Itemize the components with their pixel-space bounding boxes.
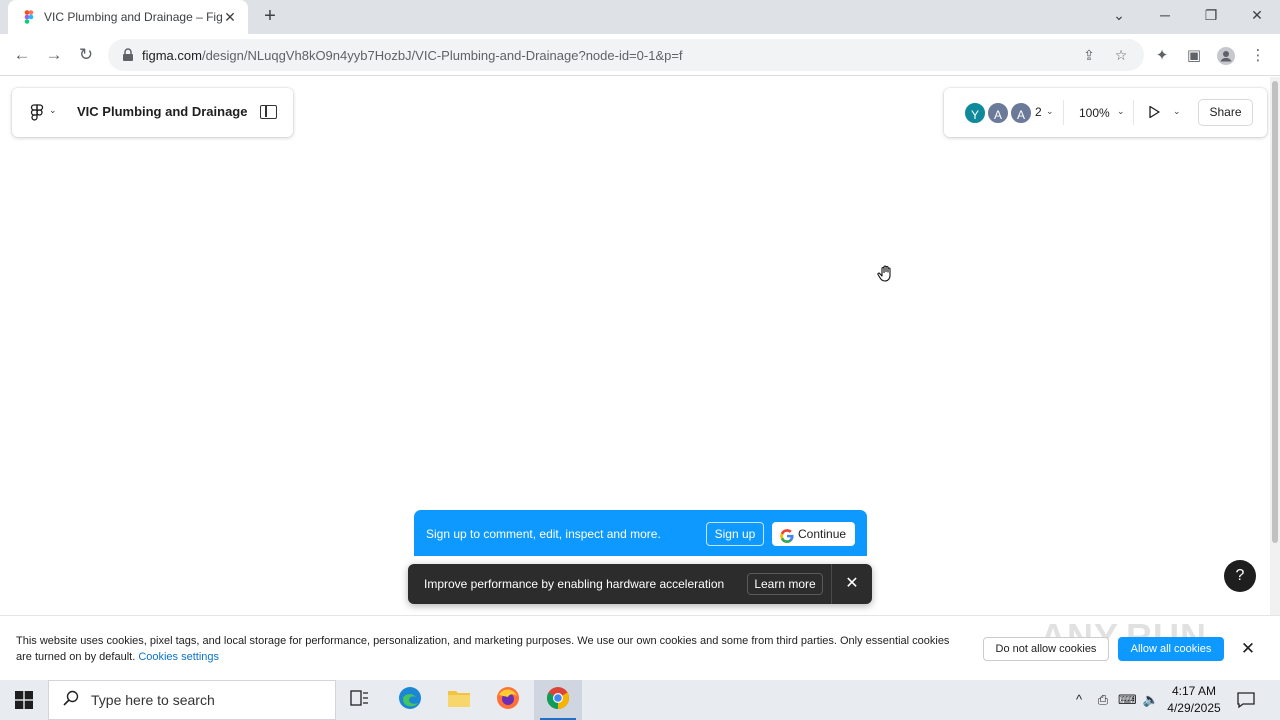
avatar[interactable]: A <box>986 101 1010 125</box>
collaborator-count[interactable]: 2 <box>1035 105 1042 119</box>
clock-date: 4/29/2025 <box>1167 701 1221 715</box>
clock-time: 4:17 AM <box>1171 684 1217 698</box>
profile-avatar-icon[interactable] <box>1216 46 1236 66</box>
signup-message: Sign up to comment, edit, inspect and mo… <box>426 527 661 541</box>
network-icon[interactable]: ⌨ <box>1118 691 1137 709</box>
toggle-sidebar-icon[interactable] <box>260 105 277 119</box>
start-button[interactable] <box>0 680 48 720</box>
cookie-consent-bar: This website uses cookies, pixel tags, a… <box>0 615 1280 680</box>
url-host: figma.com <box>142 47 202 63</box>
task-view-button[interactable] <box>336 680 384 720</box>
restore-button[interactable]: ❐ <box>1188 0 1234 30</box>
tab-close-icon[interactable]: ✕ <box>222 9 238 25</box>
close-toast-icon[interactable]: ✕ <box>844 575 860 593</box>
file-title-panel: ⌄ VIC Plumbing and Drainage <box>12 88 293 137</box>
avatar-initial: A <box>1016 108 1025 122</box>
divider <box>1133 100 1134 125</box>
chrome-app[interactable] <box>534 680 582 720</box>
present-chevron-icon[interactable]: ⌄ <box>1173 106 1181 117</box>
google-continue-button[interactable]: Continue <box>772 522 855 546</box>
figma-favicon-icon <box>22 10 36 24</box>
side-panel-icon[interactable]: ▣ <box>1184 46 1204 66</box>
meet-now-icon[interactable]: ⎙ <box>1094 691 1112 709</box>
browser-tab[interactable]: VIC Plumbing and Drainage – Figma ✕ <box>8 0 248 34</box>
show-hidden-icons-icon[interactable]: ^ <box>1070 691 1088 709</box>
signup-button[interactable]: Sign up <box>706 522 764 546</box>
tab-search-icon[interactable]: ⌄ <box>1096 0 1142 30</box>
deny-cookies-button[interactable]: Do not allow cookies <box>983 637 1109 661</box>
divider <box>1063 100 1064 125</box>
notifications-icon[interactable] <box>1236 690 1256 710</box>
edge-app[interactable] <box>386 680 434 720</box>
help-button[interactable]: ? <box>1224 560 1256 592</box>
zoom-level[interactable]: 100% <box>1079 106 1110 120</box>
file-title[interactable]: VIC Plumbing and Drainage <box>77 104 247 119</box>
present-play-icon[interactable] <box>1147 105 1161 119</box>
collaborators-chevron-icon[interactable]: ⌄ <box>1046 106 1054 117</box>
edge-icon <box>398 686 422 715</box>
share-page-icon[interactable]: ⇪ <box>1080 46 1098 64</box>
folder-icon <box>447 688 471 713</box>
search-icon <box>63 690 79 711</box>
minimize-button[interactable]: ─ <box>1142 0 1188 30</box>
firefox-app[interactable] <box>484 680 532 720</box>
share-button[interactable]: Share <box>1198 99 1253 126</box>
avatar-initial: Y <box>970 108 979 122</box>
chrome-menu-icon[interactable]: ⋮ <box>1248 46 1268 66</box>
close-window-button[interactable]: ✕ <box>1234 0 1280 30</box>
close-cookie-icon[interactable]: ✕ <box>1238 639 1258 659</box>
lock-icon <box>122 48 134 62</box>
new-tab-button[interactable]: + <box>258 6 282 28</box>
google-icon <box>780 527 794 543</box>
avatar[interactable]: Y <box>963 101 987 125</box>
main-menu-chevron-icon[interactable]: ⌄ <box>49 105 57 116</box>
firefox-icon <box>496 686 520 715</box>
back-button[interactable]: ← <box>9 42 35 68</box>
file-explorer-app[interactable] <box>435 680 483 720</box>
search-placeholder: Type here to search <box>91 692 215 708</box>
volume-icon[interactable]: 🔈 <box>1142 691 1160 709</box>
forward-button[interactable]: → <box>41 42 67 68</box>
figma-logo-icon[interactable] <box>30 104 44 122</box>
url-path: /design/NLuqgVh8kO9n4yyb7HozbJ/VIC-Plumb… <box>201 47 683 63</box>
bookmark-star-icon[interactable]: ☆ <box>1112 46 1130 64</box>
avatar[interactable]: A <box>1009 101 1033 125</box>
cookies-settings-link[interactable]: Cookies settings <box>138 651 219 663</box>
browser-toolbar: ← → ↻ figma.com/design/NLuqgVh8kO9n4yyb7… <box>0 34 1280 76</box>
avatar-initial: A <box>993 108 1002 122</box>
chrome-icon <box>546 686 570 715</box>
tab-title: VIC Plumbing and Drainage – Figma <box>44 10 222 24</box>
windows-logo-icon <box>15 691 33 709</box>
taskbar-search[interactable]: Type here to search <box>48 680 336 720</box>
allow-cookies-button[interactable]: Allow all cookies <box>1118 637 1224 661</box>
hand-cursor-icon <box>876 264 896 284</box>
extensions-puzzle-icon[interactable]: ✦ <box>1152 46 1172 66</box>
collaboration-panel: Y A A 2 ⌄ 100% ⌄ ⌄ Share <box>944 88 1267 137</box>
address-bar[interactable]: figma.com/design/NLuqgVh8kO9n4yyb7HozbJ/… <box>108 39 1144 71</box>
reload-button[interactable]: ↻ <box>73 42 99 68</box>
cookie-message: This website uses cookies, pixel tags, a… <box>16 633 956 665</box>
hardware-acceleration-toast: Improve performance by enabling hardware… <box>408 564 872 604</box>
scrollbar-thumb[interactable] <box>1272 81 1278 543</box>
system-clock[interactable]: 4:17 AM 4/29/2025 <box>1162 683 1226 717</box>
windows-taskbar: Type here to search ^ ⎙ ⌨ 🔈 4:17 AM 4/29… <box>0 680 1280 720</box>
continue-label: Continue <box>798 527 847 541</box>
toast-message: Improve performance by enabling hardware… <box>424 577 725 591</box>
tab-strip: VIC Plumbing and Drainage – Figma ✕ + ⌄ … <box>0 0 1280 34</box>
zoom-chevron-icon[interactable]: ⌄ <box>1117 106 1125 117</box>
divider <box>831 564 832 604</box>
task-view-icon <box>350 689 370 711</box>
page-scrollbar[interactable] <box>1270 77 1280 615</box>
learn-more-button[interactable]: Learn more <box>747 573 823 595</box>
